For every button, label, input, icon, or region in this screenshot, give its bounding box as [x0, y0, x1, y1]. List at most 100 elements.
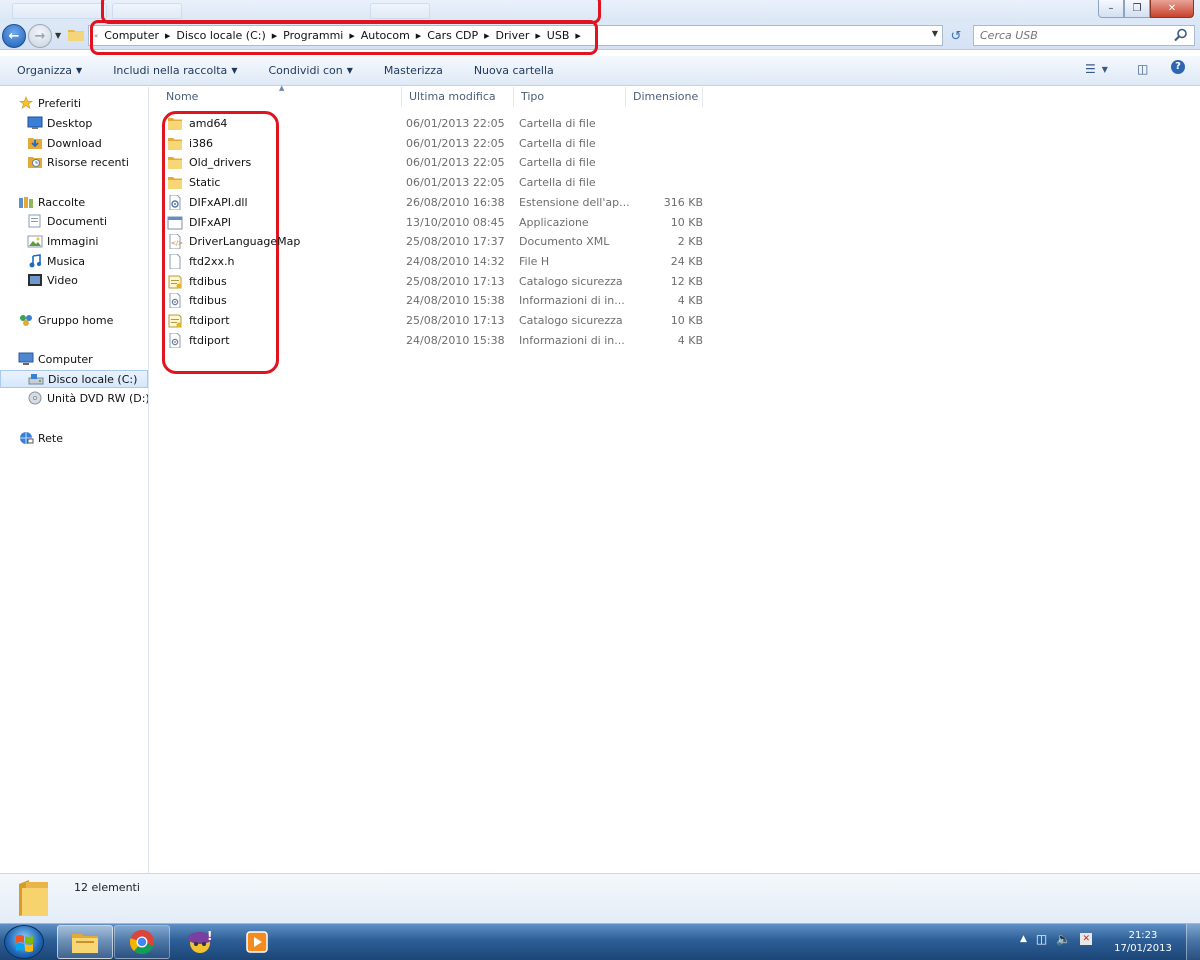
taskbar-chrome[interactable] [114, 925, 170, 959]
file-name: DriverLanguageMap [189, 235, 301, 249]
file-row[interactable]: </> DriverLanguageMap 25/08/2010 17:37 Docu… [163, 232, 713, 251]
chevron-right-icon[interactable]: ▶ [271, 32, 278, 40]
file-row[interactable]: amd64 06/01/2013 22:05 Cartella di file [163, 114, 713, 133]
sidebar-item-preferiti[interactable]: Preferiti [0, 94, 148, 112]
column-header-size[interactable]: Dimensione [626, 87, 703, 107]
file-type: Catalogo sicurezza [519, 274, 623, 288]
chevron-down-icon[interactable]: ▼ [932, 29, 938, 38]
breadcrumb-label[interactable]: Driver [491, 29, 535, 42]
share-with-button[interactable]: Condividi con ▼ [251, 64, 366, 77]
sidebar-item-video[interactable]: Video [0, 271, 148, 289]
chevron-right-icon[interactable]: ▶ [534, 32, 541, 40]
file-row[interactable]: Old_drivers 06/01/2013 22:05 Cartella di f… [163, 153, 713, 172]
sidebar-item-unit-dvd-rw-d-m[interactable]: Unità DVD RW (D:) M [0, 389, 148, 407]
file-row[interactable]: ftdiport 25/08/2010 17:13 Catalogo sicurez… [163, 311, 713, 330]
file-row[interactable]: ftdibus 25/08/2010 17:13 Catalogo sicurezz… [163, 272, 713, 291]
file-row[interactable]: ftdibus 24/08/2010 15:38 Informazioni di i… [163, 291, 713, 310]
file-row[interactable]: i386 06/01/2013 22:05 Cartella di file [163, 134, 713, 153]
chevron-right-icon[interactable]: ▶ [415, 32, 422, 40]
action-center-icon[interactable]: ✕ [1080, 933, 1093, 945]
taskbar-messenger[interactable]: ! [172, 925, 228, 959]
breadcrumb-item[interactable]: Computer ▶ [99, 29, 171, 42]
file-row[interactable]: ftd2xx.h 24/08/2010 14:32 File H 24 KB [163, 252, 713, 271]
help-button[interactable]: ? [1171, 60, 1185, 74]
new-folder-button[interactable]: Nuova cartella [457, 64, 568, 77]
close-button[interactable]: ✕ [1150, 0, 1194, 18]
search-box[interactable] [973, 25, 1195, 46]
details-pane: 12 elementi [0, 873, 1200, 923]
pictures-icon [27, 234, 43, 248]
chevron-down-icon: ▼ [1101, 64, 1108, 74]
preview-pane-button[interactable]: ◫ [1137, 62, 1148, 76]
file-row[interactable]: Static 06/01/2013 22:05 Cartella di file [163, 173, 713, 192]
drive-icon [28, 372, 44, 386]
sidebar-item-risorse-recenti[interactable]: Risorse recenti [0, 153, 148, 171]
network-icon[interactable]: ◫ [1036, 932, 1047, 946]
sidebar-item-documenti[interactable]: Documenti [0, 212, 148, 230]
breadcrumb-label[interactable]: Programmi [278, 29, 348, 42]
change-view-button[interactable]: ☰ ▼ [1085, 62, 1108, 76]
recent-pages-dropdown[interactable]: ▼ [55, 31, 61, 40]
breadcrumb-item[interactable]: Driver ▶ [491, 29, 542, 42]
volume-icon[interactable]: 🔈 [1056, 932, 1071, 946]
show-hidden-icons-button[interactable]: ▲ [1020, 934, 1027, 944]
file-modified: 06/01/2013 22:05 [406, 176, 505, 190]
taskbar-clock[interactable]: 21:23 17/01/2013 [1112, 929, 1174, 955]
file-row[interactable]: ftdiport 24/08/2010 15:38 Informazioni di … [163, 331, 713, 350]
organize-button[interactable]: Organizza ▼ [0, 64, 96, 77]
include-in-library-button[interactable]: Includi nella raccolta ▼ [96, 64, 251, 77]
sidebar-item-immagini[interactable]: Immagini [0, 232, 148, 250]
breadcrumb-item[interactable]: Disco locale (C:) ▶ [171, 29, 278, 42]
breadcrumb-label[interactable]: Autocom [356, 29, 415, 42]
search-icon[interactable] [1174, 28, 1188, 42]
file-modified: 06/01/2013 22:05 [406, 117, 505, 130]
chevron-right-icon[interactable]: ▶ [574, 32, 581, 40]
chevron-right-icon[interactable]: ▶ [164, 32, 171, 40]
background-tab[interactable] [370, 3, 430, 19]
breadcrumb-label[interactable]: Computer [99, 29, 164, 42]
file-size: 24 KB [670, 254, 703, 268]
taskbar-media-player[interactable] [229, 925, 285, 959]
restore-button[interactable]: ❐ [1124, 0, 1150, 18]
sidebar-item-gruppo-home[interactable]: Gruppo home [0, 311, 148, 329]
back-button[interactable]: ← [2, 24, 26, 48]
column-header-type[interactable]: Tipo [514, 87, 626, 107]
burn-button[interactable]: Masterizza [367, 64, 457, 77]
breadcrumb-item[interactable]: Programmi ▶ [278, 29, 356, 42]
address-bar[interactable]: « Computer ▶ Disco locale (C:) ▶ Programmi ▶ A… [88, 25, 943, 46]
start-button[interactable] [4, 925, 44, 959]
file-name: DIFxAPI.dll [189, 195, 248, 209]
sidebar-item-download[interactable]: Download [0, 134, 148, 152]
file-name: ftdiport [189, 333, 230, 347]
folder-icon [167, 155, 183, 170]
chrome-icon [129, 930, 154, 955]
chevron-right-icon[interactable]: ▶ [348, 32, 355, 40]
show-desktop-button[interactable] [1186, 924, 1200, 960]
file-type: Informazioni di in... [519, 333, 625, 347]
sidebar-item-desktop[interactable]: Desktop [0, 114, 148, 132]
sidebar-item-rete[interactable]: Rete [0, 429, 148, 447]
breadcrumb-item[interactable]: USB ▶ [542, 29, 582, 42]
background-tab[interactable] [112, 3, 182, 19]
sidebar-item-raccolte[interactable]: Raccolte [0, 193, 148, 211]
sidebar-item-computer[interactable]: Computer [0, 350, 148, 368]
background-tab[interactable] [12, 3, 107, 19]
refresh-button[interactable]: ↺ [946, 27, 966, 45]
system-tray: ▲ ◫ 🔈 ✕ [1020, 932, 1093, 946]
sidebar-item-musica[interactable]: Musica [0, 252, 148, 270]
search-input[interactable] [980, 29, 1170, 42]
forward-button[interactable]: → [28, 24, 52, 48]
chevron-right-icon[interactable]: ▶ [483, 32, 490, 40]
taskbar-explorer[interactable] [57, 925, 113, 959]
breadcrumb-label[interactable]: Cars CDP [422, 29, 483, 42]
breadcrumb-item[interactable]: Autocom ▶ [356, 29, 422, 42]
file-row[interactable]: DIFxAPI.dll 26/08/2010 16:38 Estensione de… [163, 193, 713, 212]
sidebar-item-disco-locale-c[interactable]: Disco locale (C:) [0, 370, 148, 388]
column-header-modified[interactable]: Ultima modifica [402, 87, 514, 107]
breadcrumb-item[interactable]: Cars CDP ▶ [422, 29, 490, 42]
minimize-button[interactable]: – [1098, 0, 1124, 18]
sidebar-item-label: Immagini [47, 234, 99, 248]
breadcrumb-label[interactable]: Disco locale (C:) [171, 29, 270, 42]
file-row[interactable]: DIFxAPI 13/10/2010 08:45 Applicazione 10 KB [163, 213, 713, 232]
breadcrumb-label[interactable]: USB [542, 29, 575, 42]
